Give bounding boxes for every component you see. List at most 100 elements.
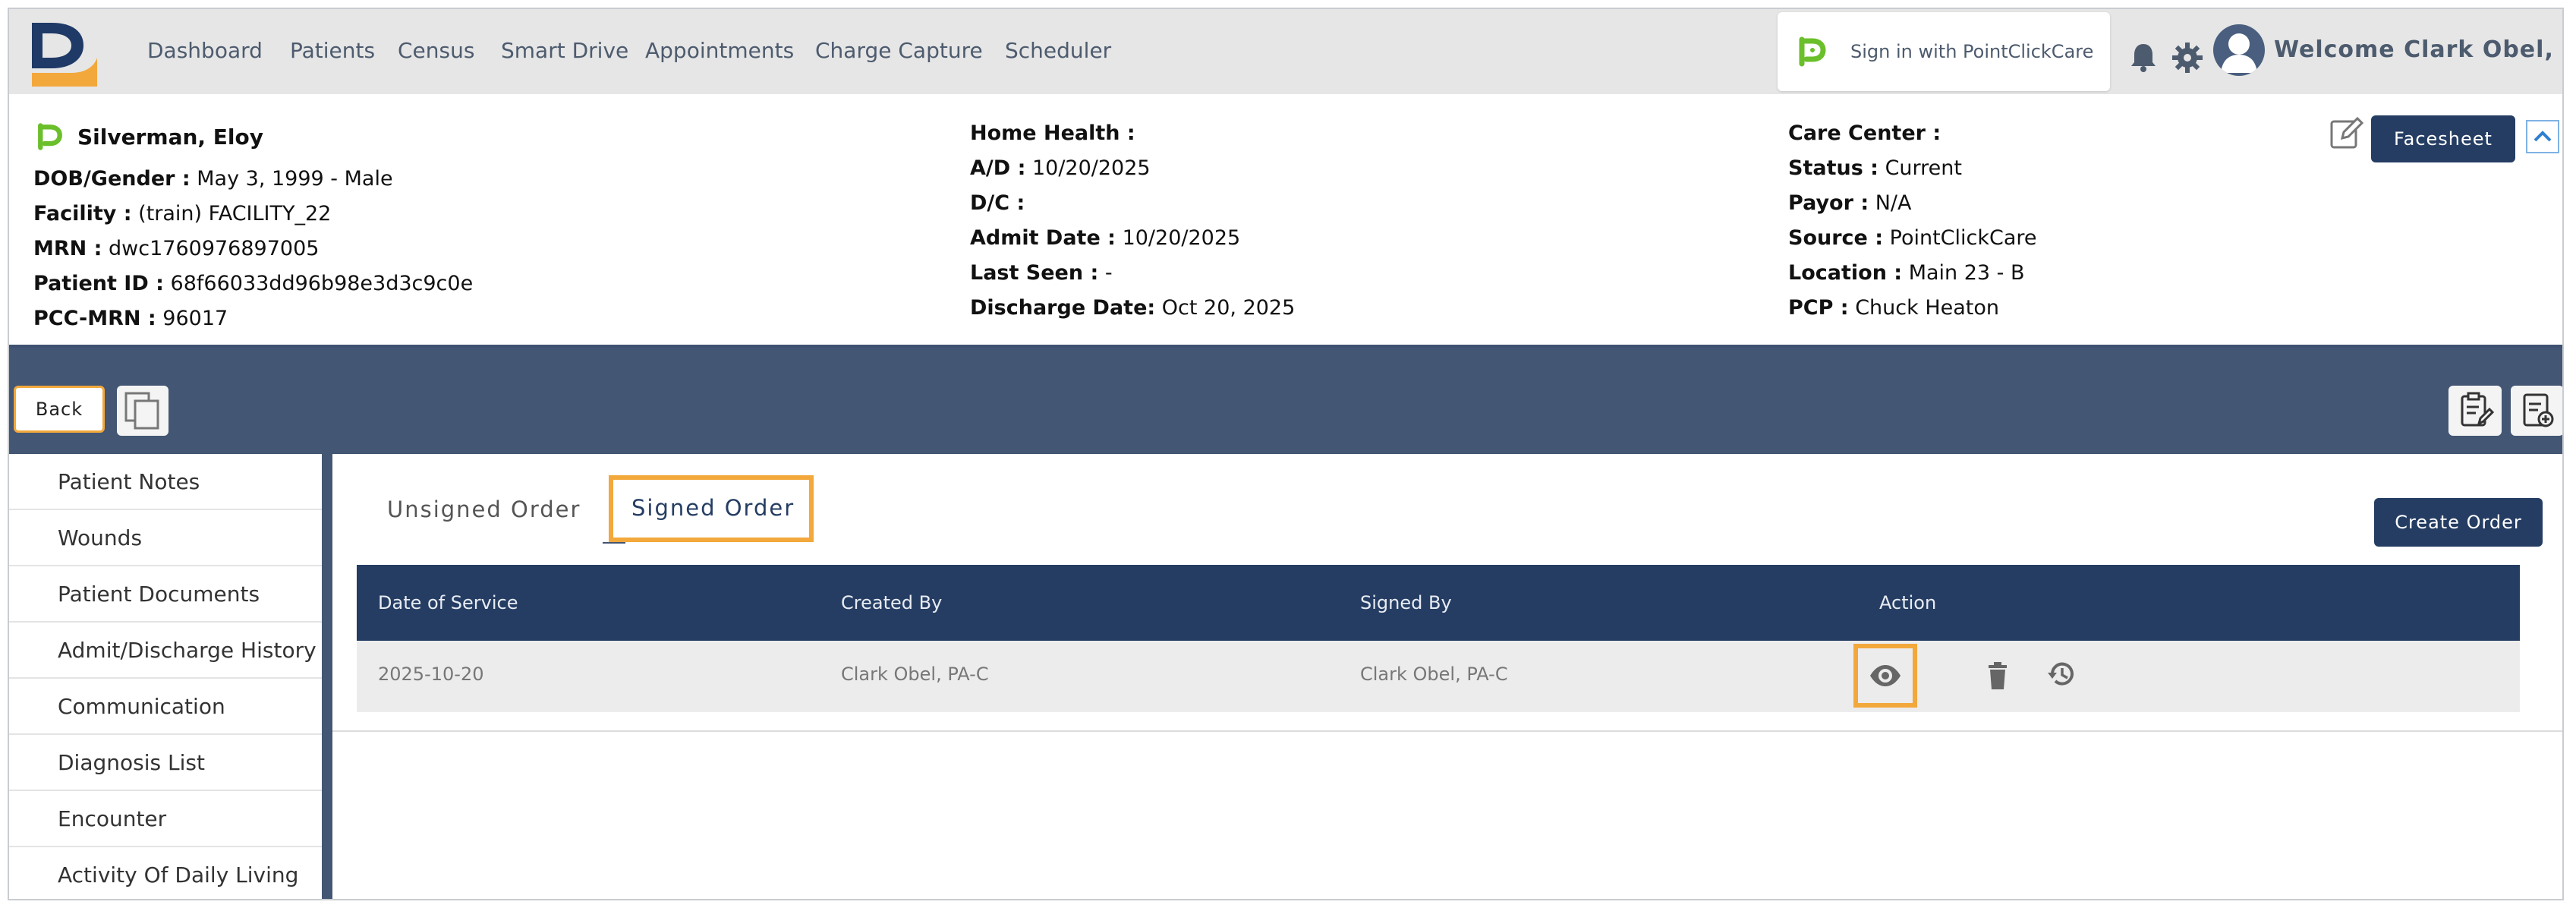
back-button[interactable]: Back bbox=[14, 386, 105, 433]
date-of-service-cell: 2025-10-20 bbox=[378, 664, 484, 685]
view-order-button[interactable] bbox=[1853, 644, 1917, 708]
sidebar-item-wounds[interactable]: Wounds bbox=[9, 510, 322, 566]
nav-smart-drive[interactable]: Smart Drive bbox=[501, 38, 628, 63]
signed-by-cell: Clark Obel, PA-C bbox=[1360, 664, 1508, 685]
field-value: May 3, 1999 - Male bbox=[197, 167, 393, 191]
field-value: PointClickCare bbox=[1889, 226, 2037, 250]
table-row: 2025-10-20 Clark Obel, PA-C Clark Obel, … bbox=[357, 641, 2520, 712]
field-value: - bbox=[1104, 261, 1113, 285]
eye-icon bbox=[1870, 665, 1901, 686]
field-value: dwc1760976897005 bbox=[109, 237, 320, 260]
home-health-field: Home Health : bbox=[970, 121, 1135, 145]
column-header[interactable]: Created By bbox=[841, 592, 942, 613]
sidebar-item-admit-discharge-history[interactable]: Admit/Discharge History bbox=[9, 623, 322, 679]
column-header[interactable]: Signed By bbox=[1360, 592, 1452, 613]
sidebar-item-diagnosis-list[interactable]: Diagnosis List bbox=[9, 735, 322, 791]
tab-divider bbox=[603, 542, 625, 544]
welcome-text: Welcome Clark Obel, PA-C bbox=[2274, 36, 2562, 63]
pointclickcare-icon bbox=[1799, 36, 1826, 67]
top-nav: Dashboard Patients Census Smart Drive Ap… bbox=[9, 9, 2562, 94]
column-header[interactable]: Date of Service bbox=[378, 592, 518, 613]
field-label: Location : bbox=[1788, 261, 1903, 285]
collapse-button[interactable] bbox=[2526, 120, 2559, 153]
sidebar-item-patient-notes[interactable]: Patient Notes bbox=[9, 454, 322, 510]
admit-date-field: Admit Date : 10/20/2025 bbox=[970, 226, 1240, 250]
app-frame: Dashboard Patients Census Smart Drive Ap… bbox=[8, 8, 2564, 900]
column-header: Action bbox=[1879, 592, 1937, 613]
patient-name: Silverman, Eloy bbox=[77, 125, 264, 150]
field-label: Care Center : bbox=[1788, 121, 1941, 145]
sidebar-item-communication[interactable]: Communication bbox=[9, 679, 322, 735]
sidebar-item-encounter[interactable]: Encounter bbox=[9, 791, 322, 847]
field-label: Discharge Date: bbox=[970, 296, 1156, 320]
nav-scheduler[interactable]: Scheduler bbox=[1005, 38, 1111, 63]
edit-icon[interactable] bbox=[2329, 115, 2363, 150]
tab-label: Signed Order bbox=[631, 495, 795, 521]
sidebar-item-label: Wounds bbox=[58, 525, 143, 550]
sidebar-item-label: Diagnosis List bbox=[58, 750, 205, 775]
field-label: PCP : bbox=[1788, 296, 1849, 320]
facesheet-button[interactable]: Facesheet bbox=[2371, 115, 2515, 162]
sidebar-item-patient-documents[interactable]: Patient Documents bbox=[9, 566, 322, 623]
tab-unsigned-order[interactable]: Unsigned Order bbox=[387, 497, 581, 522]
table-header: Date of Service Created By Signed By Act… bbox=[357, 565, 2520, 641]
tab-signed-order[interactable]: Signed Order bbox=[609, 475, 814, 542]
nav-appointments[interactable]: Appointments bbox=[645, 38, 794, 63]
field-value: 68f66033dd96b98e3d3c9c0e bbox=[170, 272, 474, 295]
orders-panel: Unsigned Order Signed Order Create Order… bbox=[332, 454, 2562, 899]
clipboard-edit-icon bbox=[2461, 392, 2495, 427]
copy-button[interactable] bbox=[117, 386, 168, 436]
bell-icon[interactable] bbox=[2130, 41, 2157, 73]
sidebar-item-label: Communication bbox=[58, 694, 225, 719]
nav-dashboard[interactable]: Dashboard bbox=[147, 38, 263, 63]
field-label: Last Seen : bbox=[970, 261, 1099, 285]
copy-icon bbox=[124, 392, 159, 430]
field-label: DOB/Gender : bbox=[33, 167, 191, 191]
created-by-cell: Clark Obel, PA-C bbox=[841, 664, 989, 685]
dob-gender-field: DOB/Gender : May 3, 1999 - Male bbox=[33, 167, 393, 191]
field-label: Facility : bbox=[33, 202, 132, 225]
pcc-signin-button[interactable]: Sign in with PointClickCare bbox=[1778, 12, 2110, 91]
field-label: Payor : bbox=[1788, 191, 1869, 215]
field-value: Oct 20, 2025 bbox=[1161, 296, 1296, 320]
sidebar-item-activity-of-daily-living[interactable]: Activity Of Daily Living bbox=[9, 847, 322, 899]
field-value: Main 23 - B bbox=[1908, 261, 2025, 285]
field-value: 10/20/2025 bbox=[1122, 226, 1241, 250]
field-value: (train) FACILITY_22 bbox=[138, 202, 332, 225]
nav-patients[interactable]: Patients bbox=[290, 38, 375, 63]
avatar-icon bbox=[2221, 33, 2257, 73]
field-value: N/A bbox=[1875, 191, 1912, 215]
field-value: 10/20/2025 bbox=[1031, 156, 1151, 180]
gear-icon[interactable] bbox=[2171, 41, 2204, 74]
sidebar-item-label: Patient Notes bbox=[58, 469, 200, 494]
field-label: Status : bbox=[1788, 156, 1878, 180]
status-field: Status : Current bbox=[1788, 156, 1962, 180]
location-field: Location : Main 23 - B bbox=[1788, 261, 2025, 285]
patient-header: Silverman, Eloy DOB/Gender : May 3, 1999… bbox=[9, 94, 2562, 348]
app-logo[interactable] bbox=[26, 18, 102, 91]
sidebar-item-label: Admit/Discharge History bbox=[58, 638, 316, 663]
trash-icon[interactable] bbox=[1982, 661, 2013, 691]
field-value: 96017 bbox=[162, 307, 228, 330]
chevron-up-icon bbox=[2533, 131, 2552, 142]
nav-charge-capture[interactable]: Charge Capture bbox=[815, 38, 983, 63]
avatar[interactable] bbox=[2213, 24, 2265, 76]
sidebar-item-label: Patient Documents bbox=[58, 582, 260, 607]
nav-census[interactable]: Census bbox=[398, 38, 474, 63]
sidebar: Patient Notes Wounds Patient Documents A… bbox=[9, 454, 332, 899]
panel-divider bbox=[332, 730, 2562, 732]
ad-field: A/D : 10/20/2025 bbox=[970, 156, 1151, 180]
add-document-icon bbox=[2523, 393, 2554, 427]
payor-field: Payor : N/A bbox=[1788, 191, 1911, 215]
discharge-date-field: Discharge Date: Oct 20, 2025 bbox=[970, 296, 1295, 320]
pcc-signin-label: Sign in with PointClickCare bbox=[1850, 41, 2094, 62]
sidebar-item-label: Encounter bbox=[58, 806, 167, 831]
create-order-button[interactable]: Create Order bbox=[2374, 498, 2543, 547]
add-document-button[interactable] bbox=[2511, 386, 2562, 436]
field-label: A/D : bbox=[970, 156, 1026, 180]
last-seen-field: Last Seen : - bbox=[970, 261, 1113, 285]
history-icon[interactable] bbox=[2046, 659, 2077, 689]
dc-field: D/C : bbox=[970, 191, 1025, 215]
clipboard-edit-button[interactable] bbox=[2448, 386, 2502, 436]
mrn-field: MRN : dwc1760976897005 bbox=[33, 237, 319, 260]
